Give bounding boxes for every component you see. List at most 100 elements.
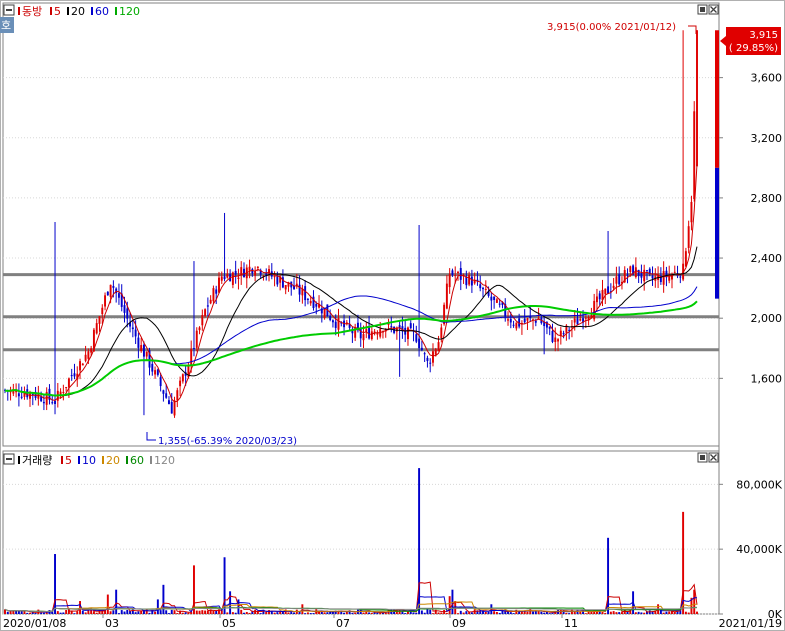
candle-body — [95, 323, 98, 334]
volume-bar — [31, 612, 34, 614]
volume-bar — [137, 611, 140, 614]
volume-legend-item-swatch — [102, 456, 104, 464]
volume-bar — [601, 611, 604, 614]
volume-tick-label: 80,000K — [736, 478, 782, 491]
volume-bar — [268, 610, 270, 614]
candle-body — [79, 361, 82, 371]
volume-bar — [306, 612, 309, 614]
candle-body — [693, 111, 696, 199]
candle-body — [204, 309, 207, 317]
volume-bar — [281, 611, 284, 614]
volume-bar — [165, 610, 168, 614]
candle-body — [84, 354, 87, 361]
volume-bar — [159, 610, 162, 614]
volume-bar — [265, 611, 268, 614]
candle-body — [640, 273, 643, 278]
price-tick-label: 1,600 — [751, 372, 783, 385]
volume-bar — [526, 611, 529, 614]
volume-bar — [181, 612, 184, 614]
candle-body — [159, 377, 162, 387]
volume-bar — [662, 612, 665, 614]
volume-bar — [354, 612, 357, 614]
volume-bar — [126, 609, 129, 614]
volume-bar — [512, 613, 515, 614]
candle-body — [651, 275, 654, 279]
volume-bar — [184, 612, 187, 614]
candle-body — [37, 393, 40, 399]
candle-body — [615, 276, 618, 284]
volume-bar — [351, 612, 354, 614]
volume-bar — [273, 612, 276, 614]
volume-bar — [618, 612, 621, 614]
candle-body — [584, 317, 587, 319]
candle-body — [429, 362, 432, 364]
volume-bar — [204, 610, 207, 614]
volume-bar — [573, 611, 576, 614]
volume-bar — [290, 612, 293, 614]
candle-body — [607, 286, 610, 294]
candle-body — [131, 327, 134, 330]
candle-body — [432, 351, 434, 363]
volume-bar — [459, 610, 462, 614]
candle-body — [62, 391, 65, 393]
volume-bar — [92, 611, 95, 614]
candle-body — [509, 318, 512, 323]
volume-bar — [56, 611, 59, 614]
volume-bar — [445, 612, 448, 614]
volume-bar — [370, 612, 373, 614]
volume-bar — [343, 612, 346, 614]
volume-bar — [62, 612, 65, 614]
volume-bar — [493, 611, 496, 614]
candle-body — [490, 296, 493, 301]
candle-body — [468, 274, 471, 285]
volume-bar — [40, 612, 43, 614]
volume-bar — [259, 613, 262, 614]
candle-body — [218, 277, 220, 293]
candle-body — [140, 345, 143, 352]
volume-bar — [548, 613, 551, 614]
candle-body — [498, 303, 501, 305]
volume-bar — [304, 613, 307, 614]
volume-bar — [26, 612, 29, 614]
volume-bar — [432, 613, 434, 614]
candle-body — [123, 305, 126, 313]
volume-bar — [81, 610, 84, 614]
volume-bar — [423, 612, 426, 614]
volume-legend-item-swatch — [61, 456, 63, 464]
candle-body — [593, 300, 596, 320]
volume-bar — [568, 613, 571, 614]
candle-body — [362, 334, 365, 341]
volume-bar — [167, 613, 170, 614]
volume-bar — [115, 589, 118, 614]
candle-body — [254, 271, 257, 276]
candle-body — [215, 289, 218, 294]
volume-bar — [226, 612, 229, 614]
candle-body — [234, 270, 237, 275]
candle-body — [145, 351, 148, 357]
candle-body — [415, 334, 418, 342]
volume-bar — [537, 611, 540, 614]
candle-body — [54, 400, 56, 405]
volume-legend-item-label: 60 — [130, 454, 144, 467]
candle-body — [243, 268, 245, 278]
volume-bar — [412, 612, 415, 614]
volume-legend-item-label: 20 — [106, 454, 120, 467]
candle-body — [126, 308, 129, 319]
candle-body — [181, 374, 184, 382]
candle-body — [334, 321, 337, 328]
price-legend-item-swatch — [18, 7, 20, 15]
volume-bar — [345, 611, 348, 614]
candle-body — [598, 293, 601, 300]
low-annotation: 1,355(-65.39% 2020/03/23) — [158, 436, 297, 447]
x-tick-label: 11 — [564, 617, 578, 630]
volume-bar — [509, 612, 512, 614]
x-tick-label: 05 — [222, 617, 236, 630]
maximize-inner — [700, 7, 705, 12]
candle-body — [42, 401, 45, 404]
price-legend-item-swatch — [67, 7, 69, 15]
candle-body — [51, 402, 54, 404]
volume-bar — [465, 611, 468, 614]
candle-body — [87, 351, 90, 359]
candle-body — [17, 393, 20, 397]
candle-body — [470, 276, 473, 286]
